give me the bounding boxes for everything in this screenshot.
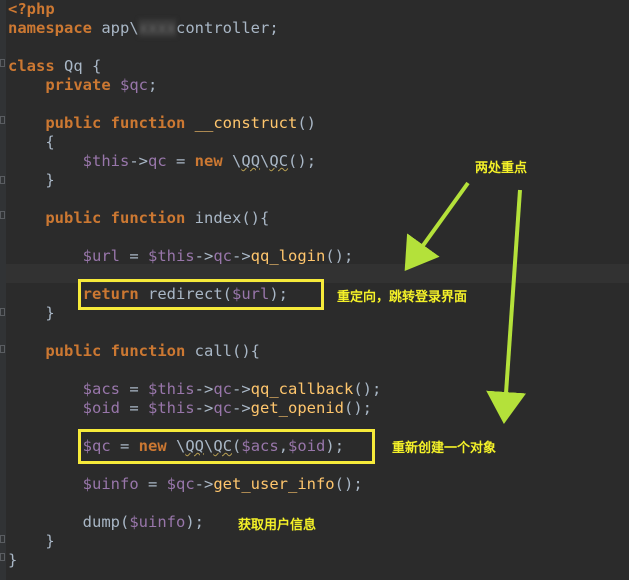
arrow-to-new-object — [486, 189, 527, 424]
arrow-to-redirect — [404, 181, 470, 271]
annotation-arrows — [404, 181, 527, 424]
note-redirect: 重定向，跳转登录界面 — [337, 290, 468, 305]
note-get-user-info: 获取用户信息 — [238, 518, 317, 533]
note-two-key-points: 两处重点 — [475, 161, 528, 176]
note-new-object: 重新创建一个对象 — [392, 441, 497, 456]
